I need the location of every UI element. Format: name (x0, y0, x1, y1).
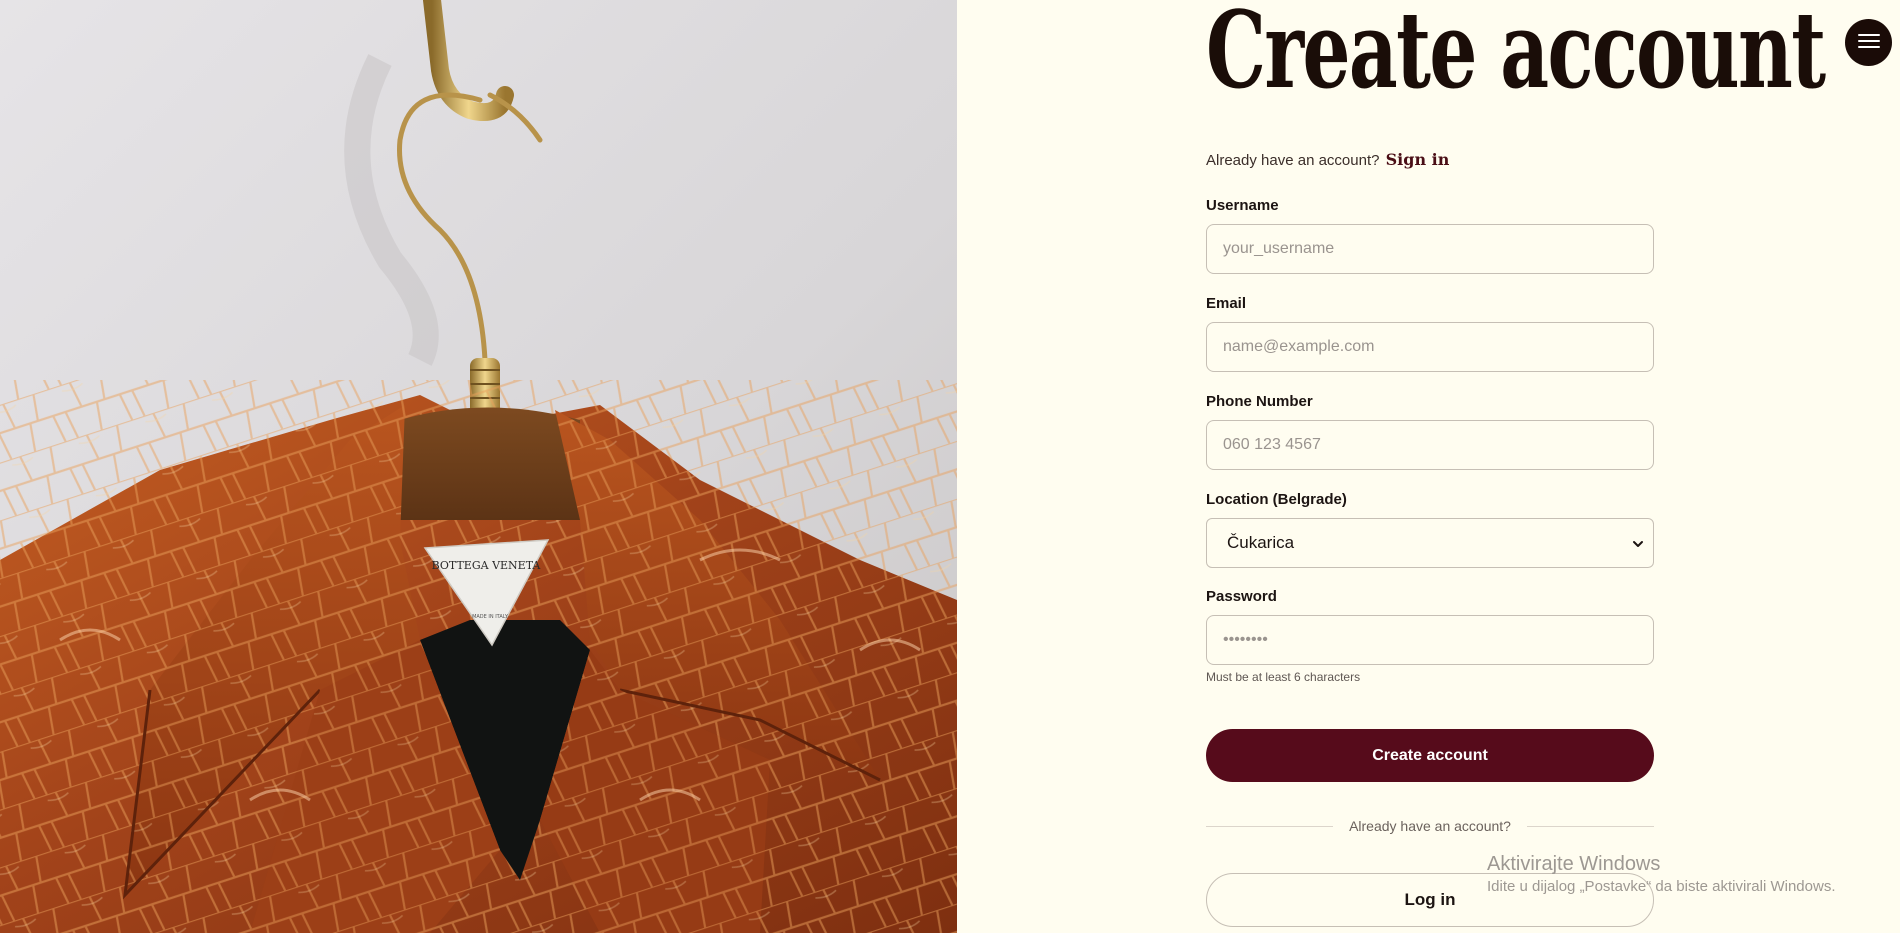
email-input[interactable] (1206, 322, 1654, 372)
username-input[interactable] (1206, 224, 1654, 274)
label-brand-text: BOTTEGA VENETA (432, 559, 542, 572)
divider-line-left (1206, 825, 1334, 827)
menu-button[interactable] (1845, 19, 1892, 66)
divider-line-right (1526, 825, 1655, 827)
divider-text: Already have an account? (1349, 818, 1511, 834)
password-label: Password (1206, 588, 1277, 605)
email-label: Email (1206, 295, 1247, 312)
location-selected-value: Čukarica (1227, 533, 1295, 552)
signin-prompt: Already have an account? Sign in (1206, 150, 1449, 169)
login-button[interactable]: Log in (1206, 873, 1654, 927)
signin-prompt-text: Already have an account? (1206, 152, 1380, 169)
label-origin-text: MADE IN ITALY (472, 614, 509, 620)
location-select[interactable]: Čukarica (1206, 518, 1654, 568)
signup-form-panel: Create account Already have an account? … (957, 0, 1900, 933)
chevron-down-icon (1631, 536, 1645, 550)
signup-page: BOTTEGA VENETA MADE IN ITALY Create acco… (0, 0, 1900, 933)
signin-link[interactable]: Sign in (1386, 150, 1450, 169)
hero-image: BOTTEGA VENETA MADE IN ITALY (0, 0, 957, 933)
phone-input[interactable] (1206, 420, 1654, 470)
password-hint: Must be at least 6 characters (1206, 670, 1361, 684)
create-account-button[interactable]: Create account (1206, 729, 1654, 782)
divider: Already have an account? (1206, 818, 1655, 834)
hamburger-icon (1857, 33, 1880, 52)
phone-label: Phone Number (1206, 393, 1313, 410)
location-label: Location (Belgrade) (1206, 491, 1347, 508)
page-title: Create account (1206, 0, 1826, 113)
password-input[interactable] (1206, 615, 1654, 665)
username-label: Username (1206, 197, 1279, 214)
